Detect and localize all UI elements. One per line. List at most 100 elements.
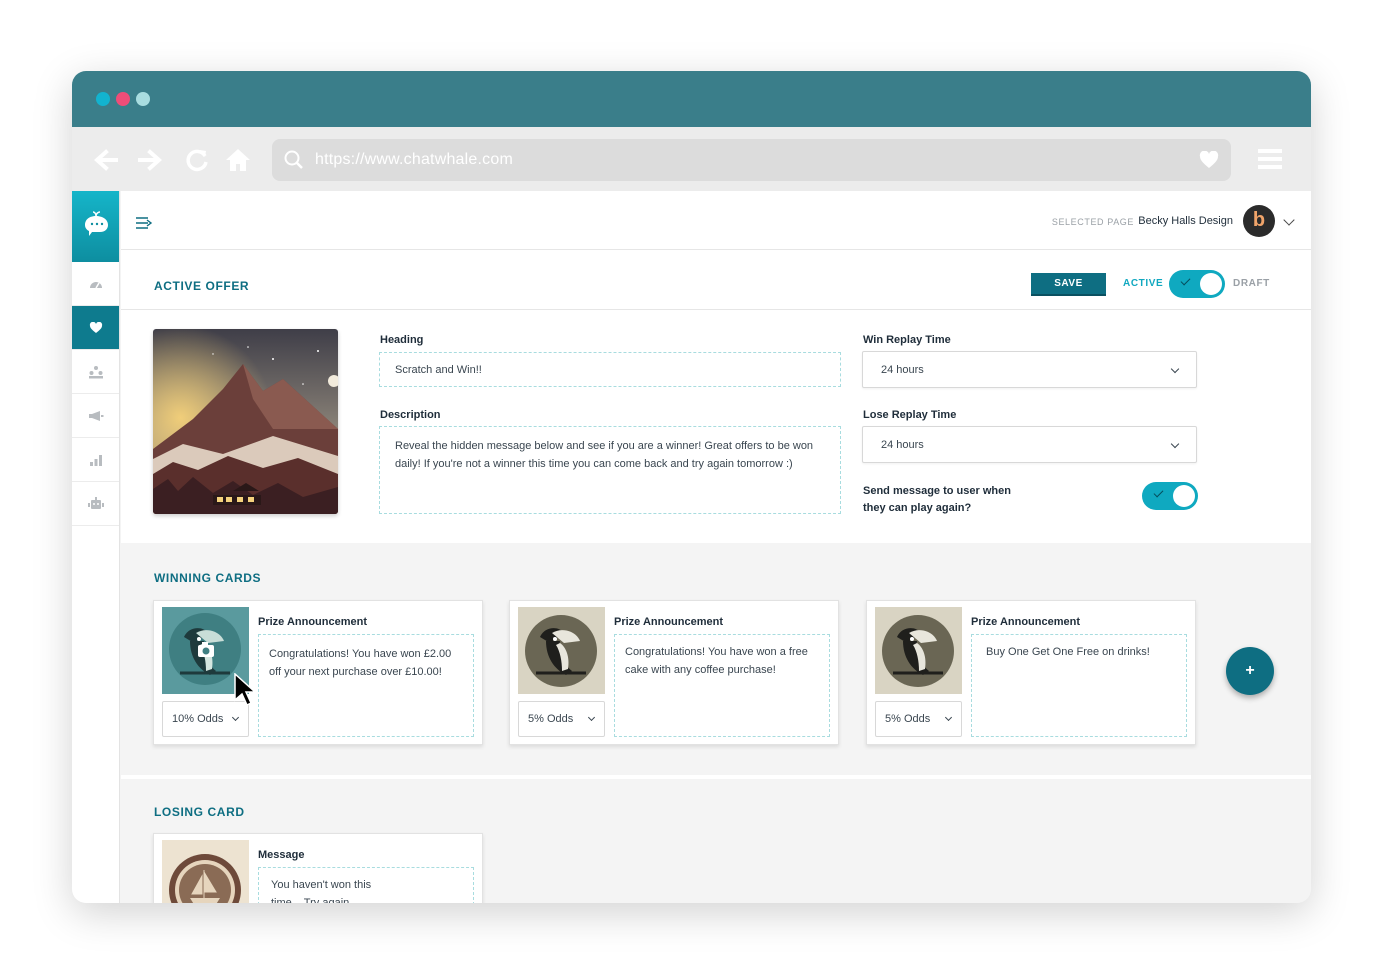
window-dot-blue[interactable] (96, 92, 110, 106)
sidebar-item-audience[interactable] (72, 350, 119, 394)
heading-value: Scratch and Win!! (395, 364, 482, 376)
selected-page-name[interactable]: Becky Halls Design (1138, 215, 1233, 227)
forward-arrow-icon[interactable] (138, 147, 164, 173)
description-value: Reveal the hidden message below and see … (395, 440, 814, 470)
card-image[interactable] (875, 607, 962, 694)
card-message-input[interactable]: Congratulations! You have won a free cak… (614, 634, 830, 737)
collapse-menu-icon[interactable] (135, 216, 153, 230)
check-icon (1153, 487, 1164, 498)
toucan-image (525, 615, 597, 687)
sidebar (72, 191, 120, 903)
card-message-input[interactable]: You haven't won this time... Try again t… (258, 867, 474, 903)
mouse-cursor-icon (234, 673, 256, 707)
toggle-knob (1200, 273, 1222, 295)
card-message-input[interactable]: Congratulations! You have won £2.00 off … (258, 634, 474, 737)
lose-replay-value: 24 hours (881, 439, 924, 451)
send-message-toggle[interactable] (1142, 482, 1198, 510)
url-text: https://www.chatwhale.com (315, 151, 513, 168)
odds-value: 5% Odds (885, 713, 931, 725)
hamburger-menu-icon[interactable] (1258, 147, 1282, 171)
main-content: SELECTED PAGE Becky Halls Design b ACTIV… (121, 191, 1311, 903)
home-icon[interactable] (225, 147, 251, 173)
active-offer-header: ACTIVE OFFER SAVE ACTIVE DRAFT (121, 250, 1311, 310)
active-draft-toggle[interactable] (1169, 270, 1225, 298)
robot-icon (87, 496, 104, 509)
card-message-input[interactable]: Buy One Get One Free on drinks! (971, 634, 1187, 737)
winning-card-3[interactable]: Prize Announcement Buy One Get One Free … (866, 600, 1196, 745)
avatar[interactable]: b (1243, 205, 1275, 237)
heading-label: Heading (380, 334, 424, 346)
winning-cards-section: WINNING CARDS Prize Announcement Congrat… (121, 543, 1311, 775)
chevron-down-icon (587, 713, 596, 722)
card-title: Prize Announcement (614, 616, 723, 628)
losing-card[interactable]: Message You haven't won this time... Try… (153, 833, 483, 903)
lose-replay-label: Lose Replay Time (863, 409, 957, 421)
offer-form: Heading Scratch and Win!! Description Re… (121, 310, 1311, 543)
winning-card-1[interactable]: Prize Announcement Congratulations! You … (153, 600, 483, 745)
sidebar-item-offers[interactable] (72, 306, 119, 350)
browser-window: https://www.chatwhale.com SELECTED PAGE … (72, 71, 1311, 903)
mountain-landscape-image (153, 329, 338, 514)
odds-select[interactable]: 5% Odds (875, 701, 962, 737)
whale-logo-icon (85, 211, 108, 236)
odds-select[interactable]: 5% Odds (518, 701, 605, 737)
back-arrow-icon[interactable] (92, 147, 118, 173)
card-image[interactable] (518, 607, 605, 694)
gauge-icon (89, 281, 102, 288)
sidebar-item-bots[interactable] (72, 482, 119, 526)
offer-image[interactable] (153, 329, 338, 514)
window-dot-light[interactable] (136, 92, 150, 106)
active-label: ACTIVE (1123, 278, 1164, 289)
toucan-image (882, 615, 954, 687)
win-replay-value: 24 hours (881, 364, 924, 376)
card-title: Message (258, 849, 305, 861)
heart-icon[interactable] (1199, 151, 1219, 169)
chatwhale-logo[interactable] (72, 191, 119, 262)
chevron-down-icon (944, 713, 953, 722)
card-message: Congratulations! You have won a free cak… (625, 646, 808, 676)
card-message: Buy One Get One Free on drinks! (986, 646, 1150, 658)
sidebar-item-dashboard[interactable] (72, 262, 119, 306)
title-bar (72, 71, 1311, 127)
address-bar[interactable]: https://www.chatwhale.com (272, 139, 1231, 181)
win-replay-label: Win Replay Time (863, 334, 951, 346)
losing-card-title: LOSING CARD (154, 805, 245, 819)
ship-badge-image (169, 854, 241, 903)
lose-replay-select[interactable]: 24 hours (862, 426, 1197, 463)
bar-chart-icon (89, 454, 102, 466)
winning-cards-title: WINNING CARDS (154, 571, 262, 585)
winning-card-2[interactable]: Prize Announcement Congratulations! You … (509, 600, 839, 745)
description-input[interactable]: Reveal the hidden message below and see … (379, 426, 841, 514)
chevron-down-icon[interactable] (1283, 214, 1295, 226)
add-card-button[interactable]: + (1226, 647, 1274, 695)
card-title: Prize Announcement (258, 616, 367, 628)
active-offer-title: ACTIVE OFFER (154, 279, 250, 293)
sidebar-item-broadcast[interactable] (72, 394, 119, 438)
megaphone-icon (88, 410, 103, 421)
selected-page-label: SELECTED PAGE (1051, 217, 1134, 227)
chevron-down-icon (1170, 364, 1180, 374)
heart-icon (89, 321, 102, 333)
description-label: Description (380, 409, 441, 421)
card-message: You haven't won this time... Try again t… (271, 879, 372, 903)
sidebar-item-analytics[interactable] (72, 438, 119, 482)
check-icon (1180, 275, 1191, 286)
win-replay-select[interactable]: 24 hours (862, 351, 1197, 388)
top-bar: SELECTED PAGE Becky Halls Design b (121, 191, 1311, 250)
chevron-down-icon (1170, 439, 1180, 449)
window-dot-pink[interactable] (116, 92, 130, 106)
search-icon (284, 150, 303, 169)
draft-label: DRAFT (1233, 278, 1270, 289)
send-message-label: Send message to user when they can play … (863, 485, 1011, 514)
losing-card-section: LOSING CARD Message You haven't won this… (121, 779, 1311, 903)
chevron-down-icon (231, 713, 240, 722)
odds-value: 10% Odds (172, 713, 224, 725)
heading-input[interactable]: Scratch and Win!! (379, 352, 841, 387)
toggle-knob (1173, 485, 1195, 507)
reload-icon[interactable] (184, 147, 210, 173)
odds-value: 5% Odds (528, 713, 574, 725)
card-title: Prize Announcement (971, 616, 1080, 628)
card-image[interactable] (162, 840, 249, 903)
save-button[interactable]: SAVE (1031, 273, 1106, 296)
browser-toolbar: https://www.chatwhale.com (72, 127, 1311, 191)
